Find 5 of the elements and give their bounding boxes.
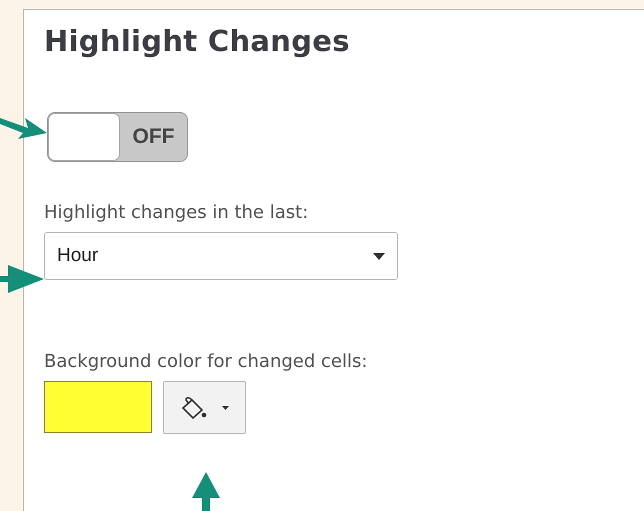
- field-label: Background color for changed cells:: [44, 351, 368, 372]
- period-dropdown[interactable]: Hour: [44, 232, 398, 280]
- toggle-switch[interactable]: OFF: [47, 112, 188, 162]
- panel-title: Highlight Changes: [44, 24, 350, 58]
- field-label: Highlight changes in the last:: [44, 202, 308, 223]
